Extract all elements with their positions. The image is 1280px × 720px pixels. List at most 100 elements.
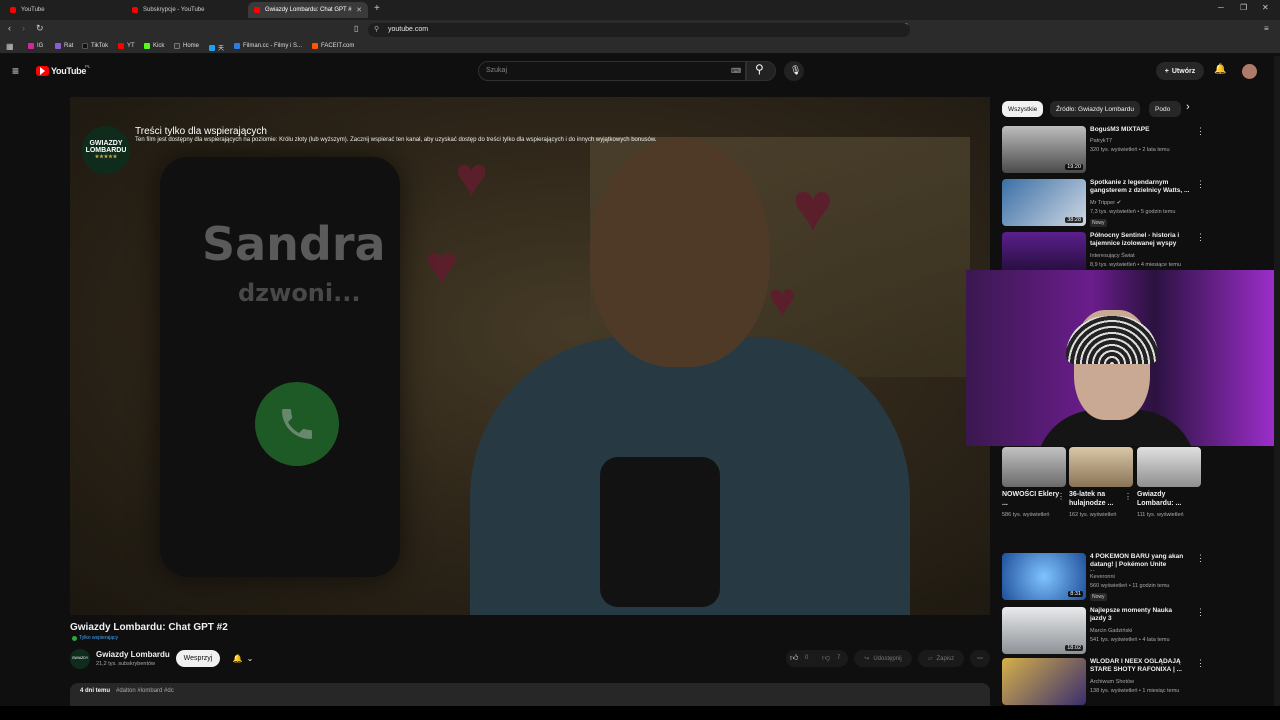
- more-options-icon[interactable]: ⋮: [1196, 658, 1205, 669]
- minimize-button[interactable]: ─: [1218, 3, 1224, 12]
- bookmark-chinese[interactable]: 天: [209, 43, 224, 52]
- bookmark-kick[interactable]: Kick: [144, 43, 164, 49]
- restore-button[interactable]: ❐: [1240, 3, 1247, 12]
- rec-channel[interactable]: Mr Tripper ✔: [1090, 200, 1121, 206]
- rec-channel[interactable]: Keveronni: [1090, 574, 1115, 580]
- bookmark-filman[interactable]: Filman.cc - Filmy i S...: [234, 43, 302, 49]
- bookmark-rat[interactable]: Rat: [55, 43, 73, 49]
- rec-channel[interactable]: PatrykT7: [1090, 138, 1112, 144]
- rec-channel[interactable]: Marcin Gadziński: [1090, 628, 1132, 634]
- short-title[interactable]: Gwiazdy Lombardu: ...: [1137, 491, 1201, 509]
- short-thumbnail[interactable]: [1137, 447, 1201, 487]
- forward-icon[interactable]: ›: [22, 23, 25, 33]
- dislike-icon[interactable]: 👎︎: [822, 653, 830, 663]
- rec-title[interactable]: BoguśM3 MIXTAPE: [1090, 126, 1190, 134]
- address-bar[interactable]: [368, 23, 910, 37]
- chip-from-channel[interactable]: Źródło: Gwiazdy Lombardu: [1050, 101, 1141, 117]
- recommendation-item[interactable]: 38:28 Spotkanie z legendarnym gangsterem…: [1002, 179, 1205, 229]
- faceit-icon: [312, 43, 318, 49]
- shorts-next-chevron-icon[interactable]: ›: [1196, 443, 1199, 453]
- short-item[interactable]: 36-latek na hulajnodze ... 162 tys. wyśw…: [1069, 447, 1133, 519]
- more-options-icon[interactable]: ⋮: [1196, 126, 1205, 137]
- keyboard-icon[interactable]: ⌨: [731, 67, 741, 75]
- search-placeholder: Szukaj: [486, 67, 508, 74]
- rec-title[interactable]: WLODAR I NEEX OGLĄDAJĄ STARE SHOTY RAFON…: [1090, 658, 1190, 675]
- share-button[interactable]: ↪ Udostępnij: [854, 650, 912, 667]
- short-thumbnail[interactable]: [1002, 447, 1066, 487]
- browser-tab-current[interactable]: Gwiazdy Lombardu: Chat GPT # ✕: [248, 2, 368, 18]
- channel-name[interactable]: Gwiazdy Lombardu: [96, 650, 170, 659]
- save-button[interactable]: ▱ Zapisz: [918, 650, 964, 667]
- video-thumbnail[interactable]: [1002, 658, 1086, 705]
- hashtags[interactable]: #dalton #lombard #dc: [116, 688, 174, 694]
- url-text: youtube.com: [388, 26, 429, 33]
- rec-channel[interactable]: Archiwum Shotów: [1090, 679, 1134, 685]
- channel-avatar[interactable]: GWIAZDY: [70, 649, 90, 669]
- close-window-button[interactable]: ✕: [1262, 3, 1269, 12]
- rec-title[interactable]: Spotkanie z legendarnym gangsterem z dzi…: [1090, 179, 1190, 196]
- members-only-badge: Tylko wspierający: [72, 635, 118, 641]
- bookmark-ig[interactable]: IG: [28, 43, 43, 49]
- back-icon[interactable]: ‹: [8, 23, 11, 33]
- video-thumbnail[interactable]: 19:20: [1002, 126, 1086, 173]
- page-scrollbar[interactable]: [1274, 56, 1280, 706]
- video-thumbnail[interactable]: 18:02: [1002, 607, 1086, 654]
- more-options-icon[interactable]: ⋮: [1196, 179, 1205, 190]
- rec-title[interactable]: Północny Sentinel - historia i tajemnice…: [1090, 232, 1190, 249]
- rec-title[interactable]: 4 POKEMON BARU yang akan datang! | Pokém…: [1090, 553, 1190, 571]
- bookmark-yt[interactable]: YT: [118, 43, 135, 49]
- create-button[interactable]: + Utwórz: [1156, 62, 1204, 80]
- rec-meta: 320 tys. wyświetleń • 2 lata temu: [1090, 147, 1170, 153]
- search-input[interactable]: [478, 61, 746, 81]
- more-options-icon[interactable]: ⋮: [1196, 607, 1205, 618]
- menu-icon[interactable]: ≡: [1264, 24, 1269, 33]
- short-item[interactable]: NOWOŚCI Eklery ... 586 tys. wyświetleń: [1002, 447, 1066, 519]
- short-thumbnail[interactable]: [1069, 447, 1133, 487]
- short-item[interactable]: Gwiazdy Lombardu: ... 111 tys. wyświetle…: [1137, 447, 1201, 519]
- short-views: 586 tys. wyświetleń: [1002, 511, 1050, 518]
- bookmark-faceit[interactable]: FACEIT.com: [312, 43, 354, 49]
- chip-related[interactable]: Podo: [1149, 101, 1181, 117]
- members-only-overlay: [70, 97, 990, 615]
- hamburger-menu-icon[interactable]: ≡: [12, 64, 19, 78]
- video-thumbnail[interactable]: 8:31: [1002, 553, 1086, 600]
- more-actions-button[interactable]: ⋯: [970, 650, 990, 667]
- youtube-logo-text[interactable]: YouTube: [51, 66, 86, 76]
- account-avatar[interactable]: [1242, 64, 1257, 79]
- x-icon: [174, 43, 180, 49]
- video-thumbnail[interactable]: 38:28: [1002, 179, 1086, 226]
- new-tab-button[interactable]: +: [374, 3, 380, 14]
- tab-title: Subskrypcje - YouTube: [143, 7, 205, 13]
- like-icon[interactable]: 👍︎: [790, 653, 798, 663]
- notifications-bell-icon[interactable]: 🔔: [1214, 64, 1226, 75]
- recommendation-item[interactable]: 18:02 Najlepsze momenty Nauka jazdy 3 Ma…: [1002, 607, 1205, 657]
- tab-title: YouTube: [21, 7, 45, 13]
- bookmark-page-icon[interactable]: ▯: [354, 24, 358, 33]
- dislike-count: 7: [837, 655, 841, 661]
- reload-icon[interactable]: ↻: [36, 23, 44, 34]
- apps-grid-icon[interactable]: ▦: [6, 42, 14, 51]
- chip-all[interactable]: Wszystkie: [1002, 101, 1044, 117]
- browser-tab-subscriptions[interactable]: Subskrypcje - YouTube: [126, 2, 246, 18]
- rec-title[interactable]: Najlepsze momenty Nauka jazdy 3: [1090, 607, 1190, 624]
- bookmark-home[interactable]: Home: [174, 43, 199, 49]
- join-button[interactable]: Wesprzyj: [176, 650, 220, 667]
- more-options-icon[interactable]: ⋮: [1057, 492, 1065, 501]
- recommendation-item[interactable]: 8:31 4 POKEMON BARU yang akan datang! | …: [1002, 553, 1205, 603]
- more-options-icon[interactable]: ⋮: [1124, 492, 1132, 501]
- more-options-icon[interactable]: ⋮: [1196, 232, 1205, 243]
- chevron-right-icon[interactable]: ›: [1186, 101, 1190, 113]
- country-code: PL: [85, 64, 91, 69]
- recommendation-item[interactable]: 19:20 BoguśM3 MIXTAPE PatrykT7 320 tys. …: [1002, 126, 1205, 176]
- duration-badge: 18:02: [1065, 645, 1083, 651]
- browser-tab-youtube[interactable]: YouTube: [4, 2, 124, 18]
- rec-channel[interactable]: Interesujący Świat: [1090, 253, 1135, 259]
- kick-icon: [144, 43, 150, 49]
- more-options-icon[interactable]: ⋮: [1196, 553, 1205, 564]
- close-tab-icon[interactable]: ✕: [356, 6, 362, 14]
- bookmark-tiktok[interactable]: TikTok: [82, 43, 108, 49]
- site-info-icon[interactable]: ⚲: [374, 25, 379, 33]
- notification-settings-button[interactable]: 🔔 ⌄: [226, 650, 260, 667]
- recommendation-item[interactable]: WLODAR I NEEX OGLĄDAJĄ STARE SHOTY RAFON…: [1002, 658, 1205, 708]
- youtube-icon: [118, 43, 124, 49]
